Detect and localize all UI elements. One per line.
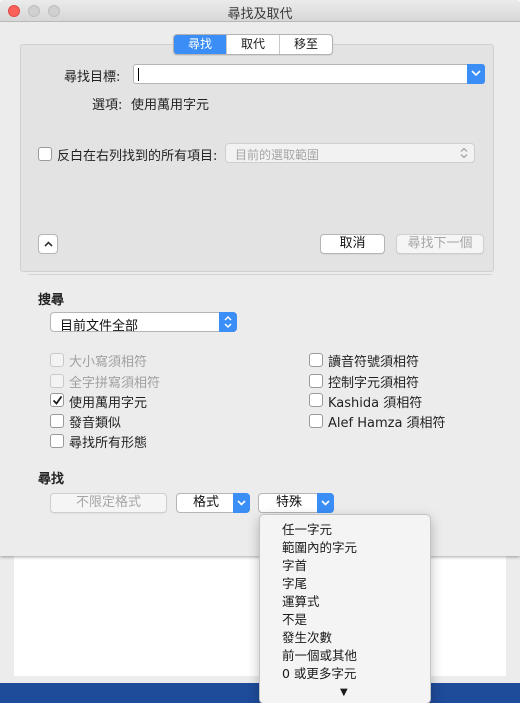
- text-caret: [138, 68, 139, 81]
- options-value: 使用萬用字元: [131, 98, 210, 113]
- updown-arrows-icon: [460, 147, 468, 159]
- alef-hamza-checkbox[interactable]: [309, 414, 323, 428]
- separator: [28, 274, 492, 275]
- wildcards-label: 使用萬用字元: [69, 396, 148, 411]
- all-forms-label: 尋找所有形態: [69, 436, 148, 451]
- alef-hamza-label: Alef Hamza 須相符: [328, 416, 446, 431]
- chevron-up-icon: [44, 241, 53, 247]
- titlebar: 尋找及取代: [0, 0, 520, 22]
- menu-item-character-in-range[interactable]: 範圍內的字元: [282, 537, 357, 556]
- find-what-input[interactable]: [133, 64, 485, 84]
- menu-item-beginning-of-word[interactable]: 字首: [282, 555, 307, 574]
- find-what-label: 尋找目標:: [64, 70, 121, 85]
- menu-item-zero-or-more[interactable]: 0 或更多字元: [282, 663, 356, 682]
- highlight-checkbox[interactable]: [38, 147, 52, 161]
- whole-word-checkbox[interactable]: [50, 374, 64, 388]
- highlight-scope-value: 目前的選取範圍: [235, 148, 320, 162]
- whole-word-label: 全字拼寫須相符: [69, 376, 161, 391]
- tab-find[interactable]: 尋找: [174, 35, 228, 54]
- collapse-button[interactable]: [38, 234, 58, 254]
- sounds-like-checkbox[interactable]: [50, 414, 64, 428]
- tab-replace[interactable]: 取代: [227, 35, 281, 54]
- menu-item-occurrences[interactable]: 發生次數: [282, 627, 332, 646]
- menu-item-any-character[interactable]: 任一字元: [282, 519, 332, 538]
- tab-bar: 尋找 取代 移至: [173, 34, 334, 55]
- format-button[interactable]: 格式: [176, 493, 250, 513]
- sounds-like-label: 發音類似: [69, 416, 122, 431]
- search-scope-arrows[interactable]: [219, 312, 237, 332]
- kashida-checkbox[interactable]: [309, 393, 323, 407]
- diacritics-checkbox[interactable]: [309, 353, 323, 367]
- special-label: 特殊: [275, 495, 302, 510]
- kashida-label: Kashida 須相符: [328, 396, 423, 411]
- tab-goto[interactable]: 移至: [280, 35, 332, 54]
- menu-item-expression[interactable]: 運算式: [282, 591, 320, 610]
- find-replace-dialog: 尋找及取代 尋找 取代 移至 尋找目標: 選項: 使用萬用字元 反白在右列找到的…: [0, 0, 520, 556]
- options-label: 選項:: [92, 98, 123, 113]
- menu-item-previous-or-more[interactable]: 前一個或其他: [282, 645, 357, 664]
- special-button[interactable]: 特殊: [258, 493, 334, 513]
- no-formatting-button[interactable]: 不限定格式: [50, 493, 167, 513]
- special-menu: 任一字元 範圍內的字元 字首 字尾 運算式 不是 發生次數 前一個或其他 0 或…: [259, 514, 431, 703]
- chevron-down-icon: [321, 500, 330, 506]
- chevron-down-icon: [471, 70, 481, 77]
- menu-item-not[interactable]: 不是: [282, 609, 307, 628]
- find-next-button[interactable]: 尋找下一個: [396, 234, 484, 254]
- find-section-label: 尋找: [38, 472, 65, 487]
- match-case-label: 大小寫須相符: [69, 355, 148, 370]
- match-case-checkbox[interactable]: [50, 353, 64, 367]
- cancel-button[interactable]: 取消: [320, 234, 385, 254]
- special-dropdown-arrow[interactable]: [317, 493, 334, 513]
- search-label: 搜尋: [38, 293, 65, 308]
- diacritics-label: 讀音符號須相符: [328, 355, 420, 370]
- window-title: 尋找及取代: [227, 7, 293, 22]
- updown-arrows-icon: [224, 315, 232, 329]
- checkmark-icon: [52, 395, 63, 405]
- control-chars-checkbox[interactable]: [309, 374, 323, 388]
- control-chars-label: 控制字元須相符: [328, 376, 420, 391]
- format-label: 格式: [192, 495, 219, 510]
- format-dropdown-arrow[interactable]: [233, 493, 250, 513]
- menu-item-end-of-word[interactable]: 字尾: [282, 573, 307, 592]
- find-history-dropdown[interactable]: [467, 64, 485, 84]
- highlight-label: 反白在右列找到的所有項目:: [57, 149, 218, 164]
- search-scope-value: 目前文件全部: [60, 319, 139, 334]
- all-forms-checkbox[interactable]: [50, 434, 64, 448]
- menu-scroll-down-icon[interactable]: ▼: [340, 687, 348, 698]
- chevron-down-icon: [237, 500, 246, 506]
- search-scope-select[interactable]: 目前文件全部: [50, 312, 237, 334]
- wildcards-checkbox[interactable]: [50, 393, 64, 407]
- highlight-scope-select[interactable]: 目前的選取範圍: [225, 143, 475, 163]
